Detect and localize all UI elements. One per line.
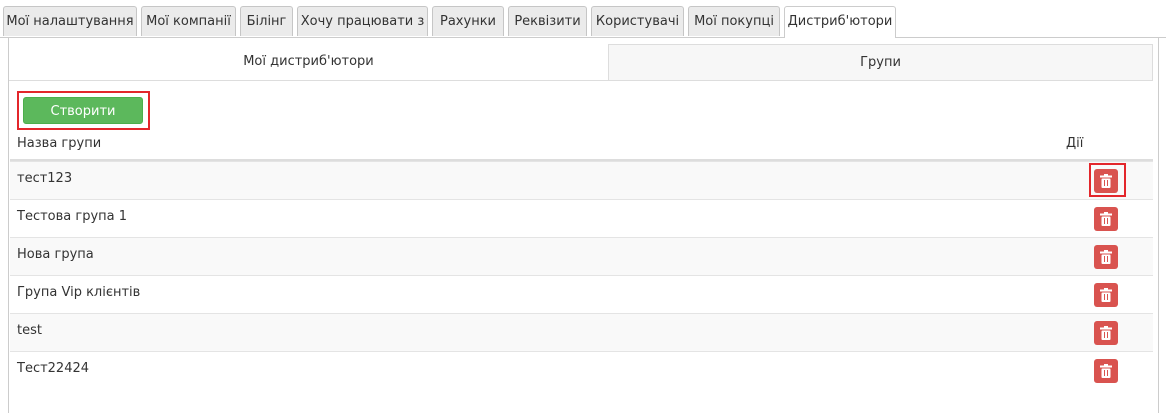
tab-distributors[interactable]: Дистриб'ютори [784, 6, 896, 38]
delete-group-button[interactable] [1094, 283, 1118, 307]
table-row: Тестова група 1 [10, 199, 1153, 237]
tab-my-buyers[interactable]: Мої покупці [688, 6, 780, 36]
table-row: Група Vip клієнтів [10, 275, 1153, 313]
tab-my-companies[interactable]: Мої компанії [141, 6, 236, 36]
tab-requisites[interactable]: Реквізити [508, 6, 587, 36]
delete-group-button[interactable] [1094, 321, 1118, 345]
column-header-group-name: Назва групи [17, 136, 102, 151]
top-tab-bar: Мої налаштування Мої компанії Білінг Хоч… [0, 0, 1166, 38]
table-row: Тест22424 [10, 351, 1153, 389]
create-group-button[interactable]: Створити групу [23, 97, 143, 144]
trash-icon [1100, 288, 1112, 302]
delete-group-button[interactable] [1094, 207, 1118, 231]
group-name: Нова група [17, 247, 94, 262]
subtab-my-distributors[interactable]: Мої дистриб'ютори [9, 44, 608, 81]
delete-group-button[interactable] [1094, 359, 1118, 383]
table-row: test [10, 313, 1153, 351]
group-name: test [17, 323, 42, 338]
subtab-groups[interactable]: Групи [608, 44, 1153, 81]
column-header-actions: Дії [1066, 136, 1084, 151]
tab-invoices[interactable]: Рахунки [432, 6, 504, 36]
tab-billing[interactable]: Білінг [240, 6, 293, 36]
tab-users[interactable]: Користувачі [591, 6, 684, 36]
trash-icon [1100, 364, 1112, 378]
table-row: Нова група [10, 237, 1153, 275]
delete-highlight [1089, 163, 1126, 197]
trash-icon [1100, 250, 1112, 264]
group-name: тест123 [17, 171, 73, 186]
create-group-highlight: Створити групу [17, 91, 150, 144]
tab-want-to-work-with[interactable]: Хочу працювати з [297, 6, 428, 36]
group-name: Тестова група 1 [17, 209, 128, 224]
table-row: тест123 [10, 161, 1153, 199]
group-name: Група Vip клієнтів [17, 285, 141, 300]
trash-icon [1100, 326, 1112, 340]
trash-icon [1100, 212, 1112, 226]
delete-group-button[interactable] [1094, 245, 1118, 269]
tab-my-settings[interactable]: Мої налаштування [3, 6, 137, 36]
group-name: Тест22424 [17, 361, 90, 376]
